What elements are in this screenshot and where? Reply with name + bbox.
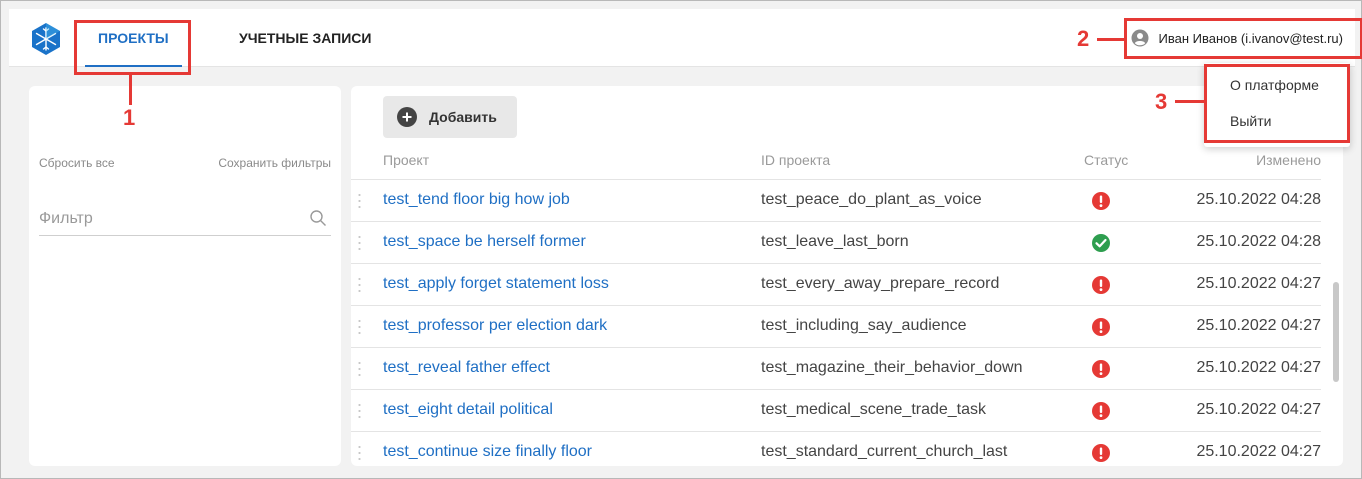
scrollbar-thumb[interactable] <box>1333 282 1339 382</box>
user-dropdown-menu: О платформе Выйти <box>1204 63 1350 147</box>
modified-date: 25.10.2022 04:28 <box>1196 233 1321 250</box>
table-row[interactable]: test_space be herself former test_leave_l… <box>351 222 1321 264</box>
project-id: test_including_say_audience <box>761 317 967 334</box>
project-id: test_leave_last_born <box>761 233 909 250</box>
filter-field <box>39 206 331 236</box>
column-header-status[interactable]: Статус <box>1084 152 1128 168</box>
project-name-link[interactable]: test_tend floor big how job <box>383 191 570 209</box>
filter-panel: Сбросить все Сохранить фильтры <box>29 86 341 466</box>
exclamation-circle-icon <box>1091 401 1111 421</box>
filter-actions: Сбросить все Сохранить фильтры <box>39 156 331 170</box>
annotation-leader-1 <box>129 75 132 105</box>
drag-handle-icon[interactable] <box>358 276 361 294</box>
project-name-link[interactable]: test_professor per election dark <box>383 317 607 335</box>
drag-handle-icon[interactable] <box>358 402 361 420</box>
annotation-number-1: 1 <box>123 105 136 130</box>
column-header-project-id[interactable]: ID проекта <box>761 152 830 168</box>
project-id: test_every_away_prepare_record <box>761 275 1000 292</box>
user-name-label: Иван Иванов (i.ivanov@test.ru) <box>1158 30 1343 46</box>
modified-date: 25.10.2022 04:28 <box>1196 191 1321 208</box>
menu-item-about[interactable]: О платформе <box>1230 77 1319 93</box>
drag-handle-icon[interactable] <box>358 234 361 252</box>
project-name-link[interactable]: test_apply forget statement loss <box>383 275 609 293</box>
table-header: Проект ID проекта Статус Изменено <box>351 144 1321 180</box>
user-menu-trigger[interactable]: Иван Иванов (i.ivanov@test.ru) <box>1131 9 1343 67</box>
modified-date: 25.10.2022 04:27 <box>1196 401 1321 418</box>
exclamation-circle-icon <box>1091 317 1111 337</box>
projects-panel: Добавить Проект ID проекта Статус Измене… <box>351 86 1343 466</box>
drag-handle-icon[interactable] <box>358 360 361 378</box>
column-header-project[interactable]: Проект <box>383 152 429 168</box>
table-row[interactable]: test_reveal father effect test_magazine_t… <box>351 348 1321 390</box>
add-button-label: Добавить <box>429 109 497 125</box>
project-id: test_standard_current_church_last <box>761 443 1008 460</box>
check-circle-icon <box>1091 233 1111 253</box>
menu-item-logout[interactable]: Выйти <box>1230 113 1271 129</box>
drag-handle-icon[interactable] <box>358 192 361 210</box>
add-project-button[interactable]: Добавить <box>383 96 517 138</box>
table-row[interactable]: test_professor per election dark test_inc… <box>351 306 1321 348</box>
drag-handle-icon[interactable] <box>358 318 361 336</box>
modified-date: 25.10.2022 04:27 <box>1196 359 1321 376</box>
project-name-link[interactable]: test_eight detail political <box>383 401 553 419</box>
tab-accounts[interactable]: УЧЕТНЫЕ ЗАПИСИ <box>239 9 371 67</box>
exclamation-circle-icon <box>1091 443 1111 463</box>
annotation-leader-3 <box>1175 100 1204 103</box>
project-name-link[interactable]: test_continue size finally floor <box>383 443 592 461</box>
save-filters-link[interactable]: Сохранить фильтры <box>218 156 331 170</box>
tab-projects[interactable]: ПРОЕКТЫ <box>85 9 182 67</box>
search-icon[interactable] <box>309 209 327 227</box>
table-row[interactable]: test_tend floor big how job test_peace_do… <box>351 180 1321 222</box>
project-id: test_medical_scene_trade_task <box>761 401 987 418</box>
plus-circle-icon <box>397 107 417 127</box>
project-name-link[interactable]: test_reveal father effect <box>383 359 550 377</box>
project-name-link[interactable]: test_space be herself former <box>383 233 586 251</box>
column-header-modified[interactable]: Изменено <box>1256 152 1321 168</box>
exclamation-circle-icon <box>1091 191 1111 211</box>
annotation-number-3: 3 <box>1155 89 1168 114</box>
modified-date: 25.10.2022 04:27 <box>1196 443 1321 460</box>
table-row[interactable]: test_continue size finally floor test_sta… <box>351 432 1321 466</box>
annotation-number-2: 2 <box>1077 26 1090 51</box>
project-id: test_peace_do_plant_as_voice <box>761 191 982 208</box>
annotation-leader-2 <box>1097 38 1124 41</box>
snowflake-logo[interactable] <box>29 22 63 56</box>
project-id: test_magazine_their_behavior_down <box>761 359 1023 376</box>
exclamation-circle-icon <box>1091 359 1111 379</box>
exclamation-circle-icon <box>1091 275 1111 295</box>
top-header: ПРОЕКТЫ УЧЕТНЫЕ ЗАПИСИ Иван Иванов (i.iv… <box>9 9 1355 67</box>
modified-date: 25.10.2022 04:27 <box>1196 317 1321 334</box>
table-row[interactable]: test_apply forget statement loss test_eve… <box>351 264 1321 306</box>
reset-filters-link[interactable]: Сбросить все <box>39 156 115 170</box>
projects-table: Проект ID проекта Статус Изменено test_t… <box>351 144 1321 466</box>
app-frame: ПРОЕКТЫ УЧЕТНЫЕ ЗАПИСИ Иван Иванов (i.iv… <box>0 0 1362 479</box>
user-circle-icon <box>1131 29 1149 47</box>
drag-handle-icon[interactable] <box>358 444 361 462</box>
table-body: test_tend floor big how job test_peace_do… <box>351 180 1321 466</box>
filter-input[interactable] <box>39 206 289 232</box>
modified-date: 25.10.2022 04:27 <box>1196 275 1321 292</box>
table-row[interactable]: test_eight detail political test_medical_… <box>351 390 1321 432</box>
